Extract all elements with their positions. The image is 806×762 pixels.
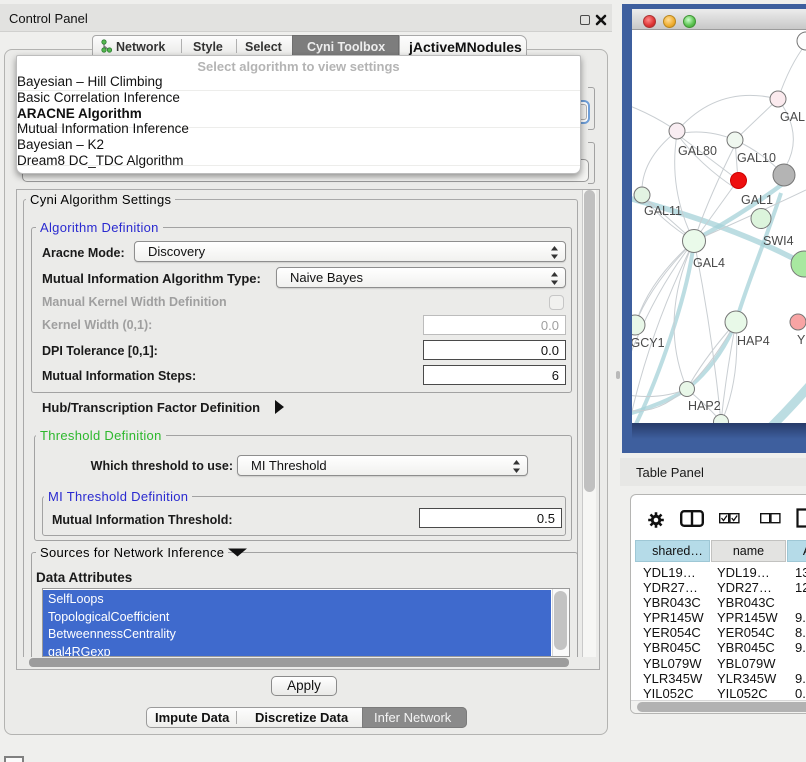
svg-text:GAL4: GAL4	[693, 256, 725, 270]
svg-text:GAL11: GAL11	[644, 204, 682, 218]
svg-text:GAL80: GAL80	[678, 144, 717, 158]
svg-text:GAL1: GAL1	[741, 193, 773, 207]
svg-text:HAP4: HAP4	[737, 334, 770, 348]
svg-text:GCY1: GCY1	[632, 336, 665, 350]
svg-text:HAP2: HAP2	[688, 399, 721, 413]
svg-text:GAL: GAL	[780, 110, 805, 124]
svg-text:Y: Y	[797, 333, 806, 347]
svg-text:SWI4: SWI4	[763, 234, 794, 248]
svg-text:GAL10: GAL10	[737, 151, 776, 165]
